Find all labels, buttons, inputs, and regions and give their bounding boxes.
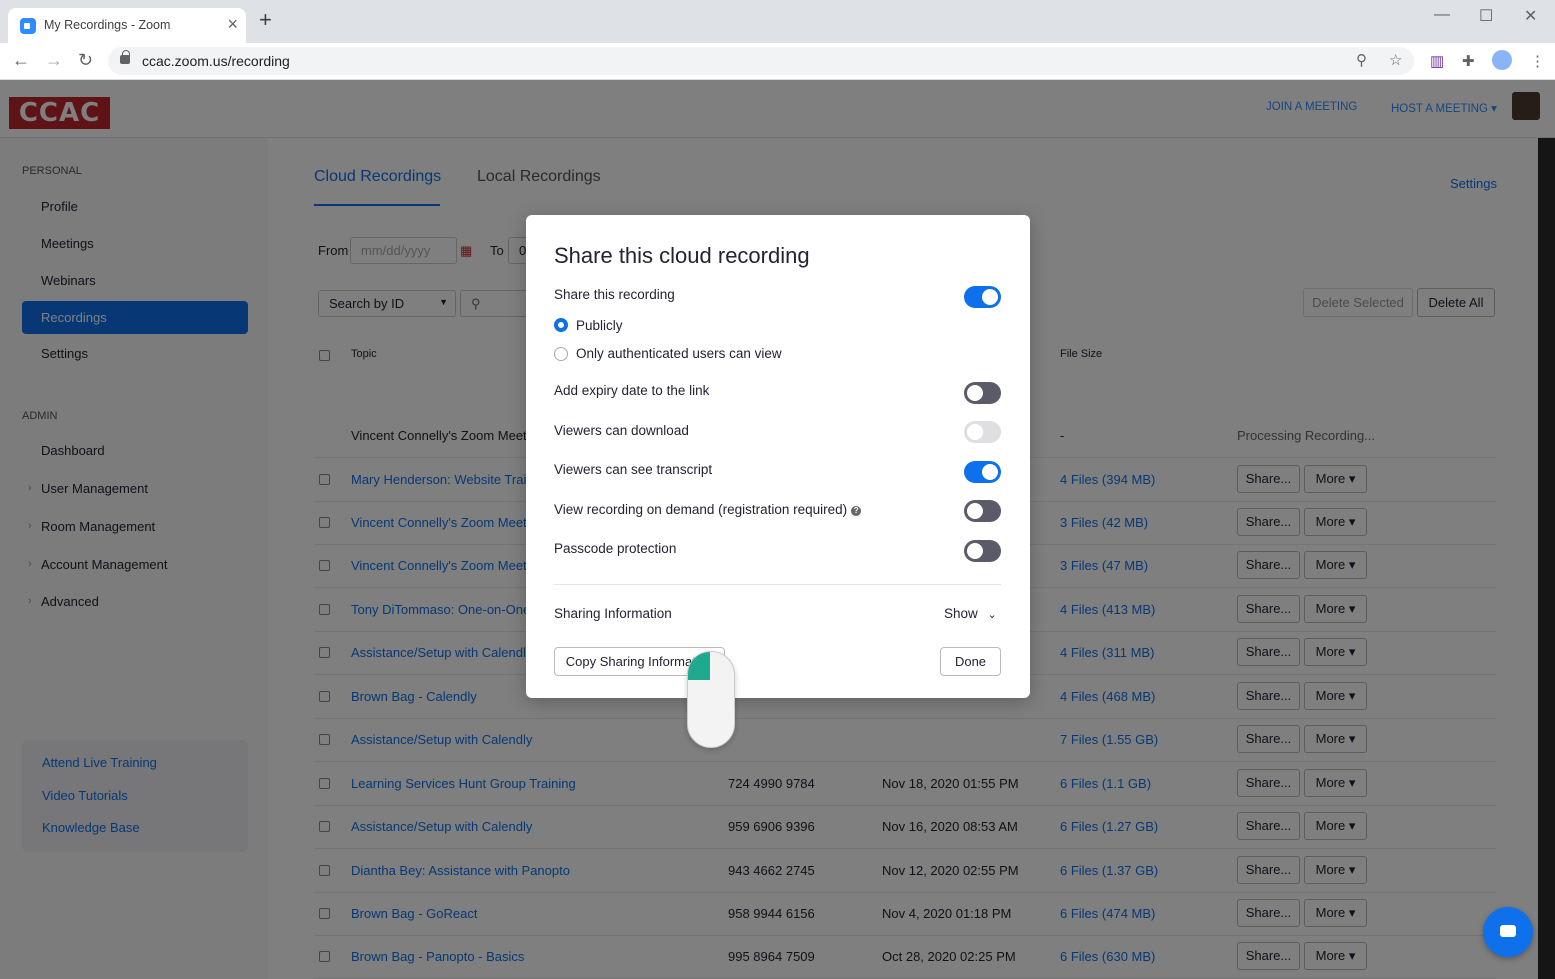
browser-nav-bar: ← → ↻ ccac.zoom.us/recording ⚲ ☆ ▥ ✚ ⋮ bbox=[0, 43, 1555, 80]
zoom-favicon-icon bbox=[20, 18, 36, 34]
divider bbox=[554, 584, 1001, 585]
authenticated-only-label: Only authenticated users can view bbox=[576, 346, 782, 361]
extension-icon[interactable]: ▥ bbox=[1430, 52, 1444, 70]
bookmark-star-icon[interactable]: ☆ bbox=[1389, 51, 1402, 69]
new-tab-icon[interactable]: + bbox=[259, 9, 272, 31]
mouse-cursor-icon bbox=[687, 651, 735, 748]
on-demand-toggle[interactable] bbox=[964, 500, 1001, 522]
viewers-download-label: Viewers can download bbox=[554, 423, 689, 438]
chat-icon[interactable] bbox=[1483, 907, 1533, 957]
expiry-toggle[interactable] bbox=[964, 382, 1001, 404]
sharing-info-label: Sharing Information bbox=[554, 606, 672, 621]
back-icon[interactable]: ← bbox=[12, 50, 30, 70]
zoom-magnifier-icon[interactable]: ⚲ bbox=[1356, 51, 1367, 69]
share-recording-dialog: Share this cloud recording Share this re… bbox=[526, 215, 1030, 698]
chrome-menu-icon[interactable]: ⋮ bbox=[1530, 52, 1545, 70]
tab-close-icon[interactable]: × bbox=[227, 14, 238, 35]
viewers-transcript-label: Viewers can see transcript bbox=[554, 462, 713, 477]
dialog-title: Share this cloud recording bbox=[554, 243, 810, 268]
passcode-label: Passcode protection bbox=[554, 541, 677, 556]
tab-title: My Recordings - Zoom bbox=[44, 18, 171, 32]
minimize-icon[interactable]: — bbox=[1434, 6, 1450, 24]
address-bar[interactable]: ccac.zoom.us/recording ⚲ ☆ bbox=[108, 47, 1414, 75]
show-label: Show bbox=[944, 606, 978, 621]
forward-icon[interactable]: → bbox=[45, 50, 63, 70]
chevron-down-icon: ⌄ bbox=[987, 609, 997, 621]
publicly-radio[interactable] bbox=[554, 318, 568, 332]
share-recording-toggle[interactable] bbox=[964, 286, 1001, 308]
authenticated-only-radio[interactable] bbox=[554, 347, 568, 361]
reload-icon[interactable]: ↻ bbox=[78, 50, 93, 70]
publicly-label: Publicly bbox=[576, 318, 623, 333]
viewers-transcript-toggle[interactable] bbox=[964, 461, 1001, 483]
extensions-puzzle-icon[interactable]: ✚ bbox=[1462, 52, 1475, 70]
viewers-download-toggle[interactable] bbox=[964, 421, 1001, 443]
window-close-icon[interactable]: ✕ bbox=[1524, 6, 1537, 26]
share-recording-label: Share this recording bbox=[554, 287, 675, 302]
on-demand-row: View recording on demand (registration r… bbox=[554, 502, 862, 517]
show-toggle[interactable]: Show ⌄ bbox=[944, 606, 997, 621]
lock-icon bbox=[120, 50, 130, 64]
browser-tab[interactable]: My Recordings - Zoom × bbox=[8, 8, 246, 43]
expiry-label: Add expiry date to the link bbox=[554, 383, 710, 398]
done-button[interactable]: Done bbox=[940, 647, 1001, 676]
profile-icon[interactable] bbox=[1492, 50, 1512, 70]
passcode-toggle[interactable] bbox=[964, 540, 1001, 562]
help-icon[interactable]: ? bbox=[851, 506, 862, 516]
url-text: ccac.zoom.us/recording bbox=[142, 53, 290, 69]
maximize-icon[interactable]: ☐ bbox=[1479, 6, 1493, 26]
on-demand-label: View recording on demand (registration r… bbox=[554, 502, 848, 517]
browser-tab-bar: My Recordings - Zoom × + — ☐ ✕ bbox=[0, 0, 1555, 43]
